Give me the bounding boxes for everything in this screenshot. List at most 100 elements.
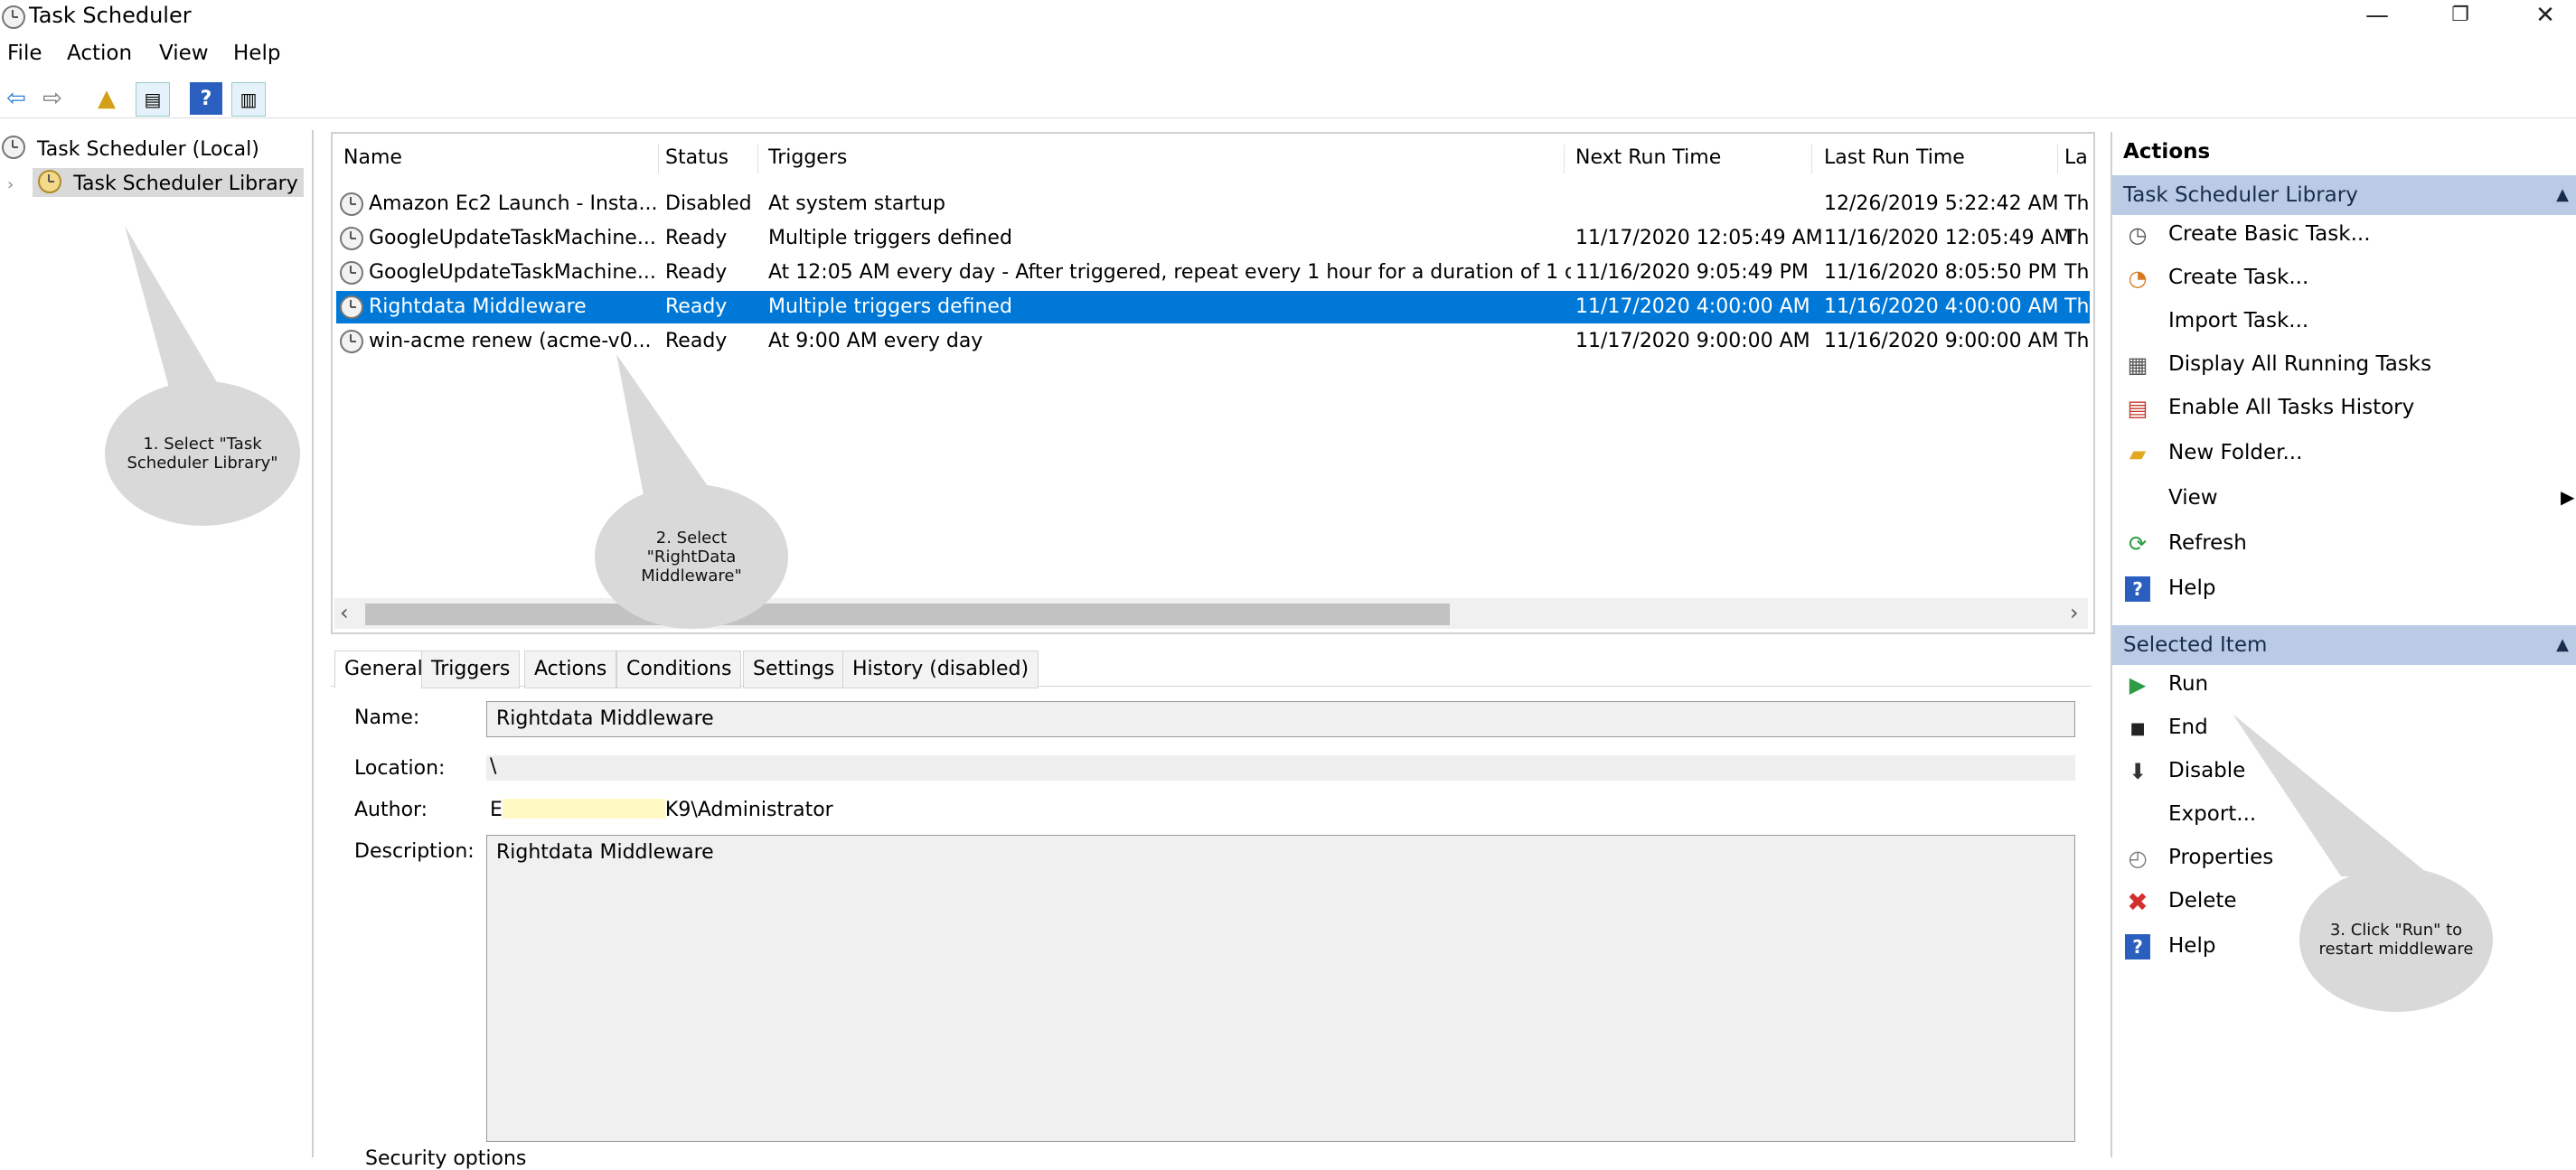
task-clock-icon bbox=[340, 192, 363, 218]
task-clock-icon bbox=[340, 295, 363, 321]
col-triggers-header[interactable]: Triggers bbox=[768, 146, 847, 169]
action-create-task[interactable]: Create Task... bbox=[2168, 266, 2308, 289]
name-label: Name: bbox=[354, 707, 420, 729]
tab-settings[interactable]: Settings bbox=[743, 651, 845, 688]
show-hide-console-tree-icon[interactable]: ▤ bbox=[136, 82, 170, 117]
tab-actions[interactable]: Actions bbox=[524, 651, 617, 688]
task-clock-icon bbox=[340, 261, 363, 286]
restore-button[interactable]: ❐ bbox=[2433, 0, 2487, 31]
help-icon[interactable]: ? bbox=[190, 82, 222, 115]
author-value: E K9\Administrator bbox=[490, 799, 833, 821]
action-properties[interactable]: Properties bbox=[2168, 846, 2273, 869]
tree-root[interactable]: Task Scheduler (Local) bbox=[2, 136, 259, 161]
task-triggers: At 12:05 AM every day - After triggered,… bbox=[768, 261, 1571, 284]
running-tasks-icon: ▦ bbox=[2127, 352, 2148, 378]
tab-general[interactable]: General bbox=[334, 651, 433, 688]
back-arrow-icon[interactable]: ⇦ bbox=[0, 82, 33, 115]
section-selected-item[interactable]: Selected Item ▲ bbox=[2112, 625, 2576, 665]
action-export[interactable]: Export... bbox=[2168, 802, 2256, 826]
menu-help[interactable]: Help bbox=[233, 42, 280, 65]
section-title: Selected Item bbox=[2123, 633, 2268, 657]
section-title: Task Scheduler Library bbox=[2123, 183, 2358, 207]
task-status: Ready bbox=[665, 227, 728, 249]
task-last-result: Th bbox=[2064, 295, 2090, 318]
task-triggers: Multiple triggers defined bbox=[768, 295, 1012, 318]
table-row-selected[interactable]: Rightdata Middleware Ready Multiple trig… bbox=[336, 291, 2090, 323]
run-icon: ▶ bbox=[2129, 672, 2147, 697]
name-field[interactable]: Rightdata Middleware bbox=[486, 701, 2075, 737]
task-last-run: 11/16/2020 12:05:49 AM bbox=[1824, 227, 2072, 249]
actions-pane: Actions Task Scheduler Library ▲ ◷ Creat… bbox=[2111, 132, 2576, 1157]
task-triggers: Multiple triggers defined bbox=[768, 227, 1012, 249]
col-next-run-header[interactable]: Next Run Time bbox=[1575, 146, 1721, 169]
action-disable[interactable]: Disable bbox=[2168, 759, 2245, 782]
action-view[interactable]: View bbox=[2168, 486, 2218, 510]
minimize-button[interactable]: — bbox=[2350, 0, 2404, 31]
console-tree: Task Scheduler (Local) › Task Scheduler … bbox=[0, 130, 314, 1157]
menu-view[interactable]: View bbox=[159, 42, 209, 65]
action-display-running[interactable]: Display All Running Tasks bbox=[2168, 352, 2431, 376]
tab-triggers[interactable]: Triggers bbox=[421, 651, 521, 688]
tree-item-library[interactable]: › Task Scheduler Library bbox=[7, 168, 304, 197]
task-clock-icon bbox=[340, 330, 363, 355]
action-help-selected[interactable]: Help bbox=[2168, 934, 2215, 958]
clock-icon bbox=[2, 136, 25, 159]
show-hide-action-pane-icon[interactable]: ▥ bbox=[231, 82, 266, 117]
folder-clock-icon bbox=[38, 170, 62, 193]
action-new-folder[interactable]: New Folder... bbox=[2168, 441, 2302, 464]
table-row[interactable]: win-acme renew (acme-v0... Ready At 9:00… bbox=[336, 325, 2090, 358]
action-delete[interactable]: Delete bbox=[2168, 889, 2237, 913]
forward-arrow-icon[interactable]: ⇨ bbox=[36, 82, 69, 115]
task-name: GoogleUpdateTaskMachine... bbox=[369, 261, 656, 284]
action-import-task[interactable]: Import Task... bbox=[2168, 309, 2308, 332]
task-last-run: 12/26/2019 5:22:42 AM bbox=[1824, 192, 2059, 215]
callout-step-1-text: 1. Select "Task Scheduler Library" bbox=[127, 435, 278, 473]
tab-conditions[interactable]: Conditions bbox=[616, 651, 742, 688]
history-icon: ▤ bbox=[2127, 396, 2148, 421]
task-last-result: Th bbox=[2064, 261, 2090, 284]
callout-step-2-text: 2. Select "RightData Middleware" bbox=[641, 528, 742, 585]
scroll-left-icon[interactable]: ‹ bbox=[340, 600, 349, 625]
tab-history[interactable]: History (disabled) bbox=[842, 651, 1039, 688]
scroll-thumb[interactable] bbox=[365, 604, 1450, 625]
menu-action[interactable]: Action bbox=[67, 42, 132, 65]
col-name-header[interactable]: Name bbox=[343, 146, 402, 169]
scroll-right-icon[interactable]: › bbox=[2070, 600, 2079, 625]
col-status-header[interactable]: Status bbox=[665, 146, 729, 169]
action-end[interactable]: End bbox=[2168, 716, 2208, 739]
expand-chevron-icon[interactable]: › bbox=[7, 175, 14, 194]
task-next-run: 11/17/2020 12:05:49 AM bbox=[1575, 227, 1823, 249]
task-status: Disabled bbox=[665, 192, 752, 215]
redacted-block bbox=[502, 799, 665, 819]
app-clock-icon bbox=[2, 5, 25, 29]
disable-icon: ⬇ bbox=[2128, 759, 2148, 784]
action-refresh[interactable]: Refresh bbox=[2168, 531, 2247, 555]
close-button[interactable]: ✕ bbox=[2518, 0, 2572, 31]
action-help-library[interactable]: Help bbox=[2168, 576, 2215, 600]
create-task-icon: ◔ bbox=[2128, 266, 2148, 291]
action-run[interactable]: Run bbox=[2168, 672, 2208, 696]
table-row[interactable]: GoogleUpdateTaskMachine... Ready At 12:0… bbox=[336, 257, 2090, 289]
window-title: Task Scheduler bbox=[29, 3, 192, 28]
action-create-basic-task[interactable]: Create Basic Task... bbox=[2168, 222, 2371, 246]
col-last-run-header[interactable]: Last Run Time bbox=[1824, 146, 1965, 169]
action-enable-history[interactable]: Enable All Tasks History bbox=[2168, 396, 2414, 419]
menu-file[interactable]: File bbox=[7, 42, 42, 65]
task-last-run: 11/16/2020 9:00:00 AM bbox=[1824, 330, 2059, 352]
properties-icon: ◴ bbox=[2128, 846, 2148, 871]
task-name: Amazon Ec2 Launch - Insta... bbox=[369, 192, 658, 215]
collapse-arrow-icon[interactable]: ▲ bbox=[2556, 625, 2569, 665]
tree-library-label: Task Scheduler Library bbox=[73, 173, 298, 195]
section-task-scheduler-library[interactable]: Task Scheduler Library ▲ bbox=[2112, 175, 2576, 215]
horizontal-scrollbar[interactable]: ‹ › bbox=[334, 598, 2088, 629]
description-field[interactable]: Rightdata Middleware bbox=[486, 835, 2075, 1142]
up-folder-icon[interactable]: ▲ bbox=[90, 82, 123, 115]
toolbar: ⇦ ⇨ ▲ ▤ ? ▥ bbox=[0, 78, 2576, 118]
task-last-run: 11/16/2020 4:00:00 AM bbox=[1824, 295, 2059, 318]
table-row[interactable]: GoogleUpdateTaskMachine... Ready Multipl… bbox=[336, 222, 2090, 255]
task-last-run: 11/16/2020 8:05:50 PM bbox=[1824, 261, 2057, 284]
table-row[interactable]: Amazon Ec2 Launch - Insta... Disabled At… bbox=[336, 188, 2090, 220]
collapse-arrow-icon[interactable]: ▲ bbox=[2556, 175, 2569, 215]
task-next-run: 11/17/2020 9:00:00 AM bbox=[1575, 330, 1810, 352]
col-last-result-header[interactable]: La bbox=[2064, 146, 2088, 169]
